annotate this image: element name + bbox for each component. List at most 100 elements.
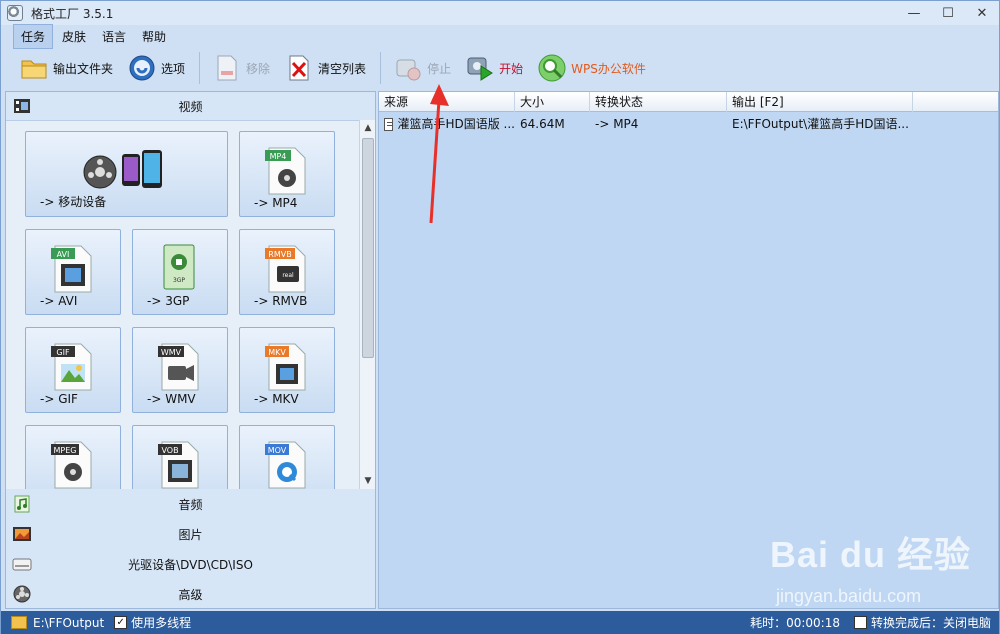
tile-label: -> GIF <box>40 392 78 406</box>
status-right: 耗时：00:00:18 转换完成后：关闭电脑 <box>750 614 991 631</box>
cell-output: E:\FFOutput\灌篮高手HD国语... <box>732 117 909 131</box>
app-icon <box>7 5 23 21</box>
tile-badge: RMVB <box>268 250 291 259</box>
3gp-file-icon: 3GP <box>156 242 204 294</box>
mobile-device-icon <box>82 144 172 196</box>
category-disc-label: 光驱设备\DVD\CD\ISO <box>128 557 253 572</box>
tile-badge: 3GP <box>173 277 185 284</box>
close-button[interactable]: ✕ <box>965 1 999 25</box>
tile-rmvb[interactable]: RMVB real -> RMVB <box>239 229 335 315</box>
tile-mkv[interactable]: MKV -> MKV <box>239 327 335 413</box>
shutdown-checkbox[interactable] <box>853 616 867 629</box>
elapsed-time: 耗时：00:00:18 <box>750 616 840 630</box>
tile-label: -> 移动设备 <box>40 195 107 209</box>
status-bar: E:\FFOutput ✓ 使用多线程 耗时：00:00:18 转换完成后：关闭… <box>1 611 999 634</box>
scroll-up-arrow[interactable]: ▲ <box>360 120 376 136</box>
category-picture[interactable]: 图片 <box>6 520 375 548</box>
multithread-label: 使用多线程 <box>131 616 192 630</box>
menu-language[interactable]: 语言 <box>95 25 133 48</box>
tile-label: -> 3GP <box>147 294 190 308</box>
category-video-label: 视频 <box>178 99 203 114</box>
disc-drive-icon <box>11 553 33 575</box>
tile-badge: AVI <box>57 250 70 259</box>
multithread-checkbox[interactable]: ✓ <box>114 616 128 629</box>
conversion-panel: 视频 -> 移动设备 MP4 -> MP4 AVI -> AVI 3GP -> … <box>5 91 376 609</box>
tile-badge: GIF <box>56 348 70 357</box>
status-left: E:\FFOutput ✓ 使用多线程 <box>1 614 191 631</box>
tile-badge: MKV <box>268 348 286 357</box>
tile-wmv[interactable]: WMV -> WMV <box>132 327 228 413</box>
mov-file-icon: MOV <box>263 438 311 489</box>
column-output[interactable]: 输出 [F2] <box>727 92 913 112</box>
output-folder-label: 输出文件夹 <box>53 61 114 76</box>
tile-vob[interactable]: VOB <box>132 425 228 489</box>
toolbar: 输出文件夹 选项 移除 清空列表 停止 开始 WPS办公软件 <box>1 47 999 89</box>
minimize-button[interactable]: — <box>897 1 931 25</box>
svg-text:real: real <box>282 272 294 279</box>
file-icon <box>384 117 394 131</box>
menu-skin[interactable]: 皮肤 <box>55 25 93 48</box>
category-audio-label: 音频 <box>178 497 203 512</box>
cell-status: -> MP4 <box>595 117 639 131</box>
category-video[interactable]: 视频 <box>6 92 375 120</box>
menu-help[interactable]: 帮助 <box>135 25 173 48</box>
start-icon <box>465 53 495 83</box>
tile-badge: MPEG <box>54 446 77 455</box>
remove-label: 移除 <box>246 61 271 76</box>
tile-mobile-device[interactable]: -> 移动设备 <box>25 131 228 217</box>
column-size[interactable]: 大小 <box>515 92 590 112</box>
stop-button[interactable]: 停止 <box>387 50 457 86</box>
output-path[interactable]: E:\FFOutput <box>33 616 104 630</box>
task-list: 来源 大小 转换状态 输出 [F2] 灌篮高手HD国语版 ... 64.64M … <box>378 91 999 609</box>
tile-label: -> RMVB <box>254 294 308 308</box>
tile-avi[interactable]: AVI -> AVI <box>25 229 121 315</box>
category-audio[interactable]: 音频 <box>6 490 375 518</box>
tile-badge: MOV <box>268 446 287 455</box>
table-row[interactable]: 灌篮高手HD国语版 ... 64.64M -> MP4 E:\FFOutput\… <box>379 114 998 134</box>
remove-icon <box>212 53 242 83</box>
tile-badge: MP4 <box>270 152 287 161</box>
clear-list-button[interactable]: 清空列表 <box>278 50 372 86</box>
wps-button[interactable]: WPS办公软件 <box>531 50 652 86</box>
tile-gif[interactable]: GIF -> GIF <box>25 327 121 413</box>
remove-button[interactable]: 移除 <box>206 50 276 86</box>
tile-mov[interactable]: MOV <box>239 425 335 489</box>
category-advanced[interactable]: 高级 <box>6 580 375 608</box>
tile-badge: WMV <box>161 348 182 357</box>
column-status[interactable]: 转换状态 <box>590 92 727 112</box>
tile-label: -> WMV <box>147 392 196 406</box>
app-window: 格式工厂 3.5.1 — ☐ ✕ 任务 皮肤 语言 帮助 输出文件夹 选项 移除… <box>0 0 1000 634</box>
tile-3gp[interactable]: 3GP -> 3GP <box>132 229 228 315</box>
title-bar: 格式工厂 3.5.1 — ☐ ✕ <box>1 1 999 25</box>
stop-label: 停止 <box>427 61 452 76</box>
gear-icon <box>127 53 157 83</box>
clear-list-label: 清空列表 <box>318 61 367 76</box>
tile-mpeg[interactable]: MPEG <box>25 425 121 489</box>
cell-size: 64.64M <box>520 117 565 131</box>
category-advanced-label: 高级 <box>178 587 203 602</box>
output-folder-button[interactable]: 输出文件夹 <box>13 50 119 86</box>
grid-scrollbar[interactable]: ▲ ▼ <box>359 120 375 489</box>
wmv-file-icon: WMV <box>156 340 204 392</box>
wps-label: WPS办公软件 <box>571 61 646 76</box>
window-controls: — ☐ ✕ <box>897 1 999 25</box>
maximize-button[interactable]: ☐ <box>931 1 965 25</box>
category-disc[interactable]: 光驱设备\DVD\CD\ISO <box>6 550 375 578</box>
start-button[interactable]: 开始 <box>459 50 529 86</box>
stop-icon <box>393 53 423 83</box>
folder-icon[interactable] <box>11 616 27 629</box>
scroll-down-arrow[interactable]: ▼ <box>360 473 376 489</box>
advanced-icon <box>11 583 33 605</box>
wps-icon <box>537 53 567 83</box>
mp4-file-icon: MP4 <box>263 144 311 196</box>
menu-task[interactable]: 任务 <box>13 23 54 49</box>
tile-badge: VOB <box>161 446 178 455</box>
after-done-label: 转换完成后：关闭电脑 <box>870 616 991 630</box>
options-button[interactable]: 选项 <box>121 50 191 86</box>
scroll-thumb[interactable] <box>362 138 374 358</box>
vob-file-icon: VOB <box>156 438 204 489</box>
column-source[interactable]: 来源 <box>379 92 515 112</box>
source-filename: 灌篮高手HD国语版 ... <box>397 117 515 131</box>
toolbar-divider <box>199 52 201 84</box>
tile-mp4[interactable]: MP4 -> MP4 <box>239 131 335 217</box>
